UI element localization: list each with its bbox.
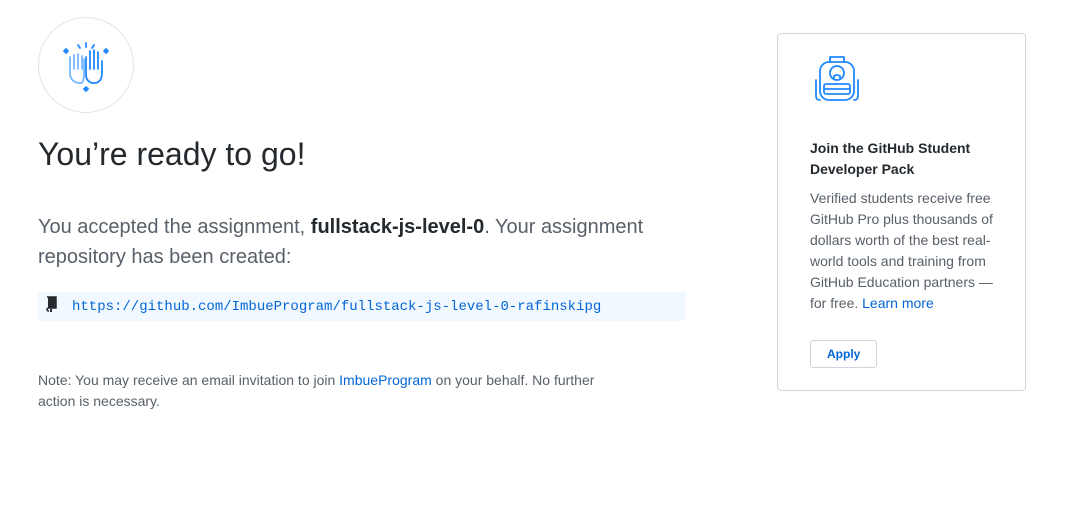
high-five-icon xyxy=(38,17,134,113)
note-prefix: Note: You may receive an email invitatio… xyxy=(38,372,340,388)
assignment-message: You accepted the assignment, fullstack-j… xyxy=(38,212,678,272)
student-pack-description: Verified students receive free GitHub Pr… xyxy=(810,188,993,314)
invitation-note: Note: You may receive an email invitatio… xyxy=(38,370,618,412)
repo-icon xyxy=(46,296,58,317)
repo-url-link[interactable]: https://github.com/ImbueProgram/fullstac… xyxy=(72,299,601,315)
org-link[interactable]: ImbueProgram xyxy=(339,372,432,388)
main-content: You’re ready to go! You accepted the ass… xyxy=(38,17,698,412)
apply-button[interactable]: Apply xyxy=(810,340,878,368)
backpack-icon xyxy=(810,52,993,111)
assignment-name: fullstack-js-level-0 xyxy=(310,216,485,238)
page-title: You’re ready to go! xyxy=(38,136,306,172)
student-pack-body: Verified students receive free GitHub Pr… xyxy=(810,190,993,311)
repo-url-box: https://github.com/ImbueProgram/fullstac… xyxy=(38,292,686,321)
student-pack-heading: Join the GitHub Student Developer Pack xyxy=(810,140,971,177)
learn-more-link[interactable]: Learn more xyxy=(862,295,934,311)
student-pack-card: Join the GitHub Student Developer Pack V… xyxy=(777,33,1026,391)
assignment-message-prefix: You accepted the assignment, xyxy=(38,216,311,238)
